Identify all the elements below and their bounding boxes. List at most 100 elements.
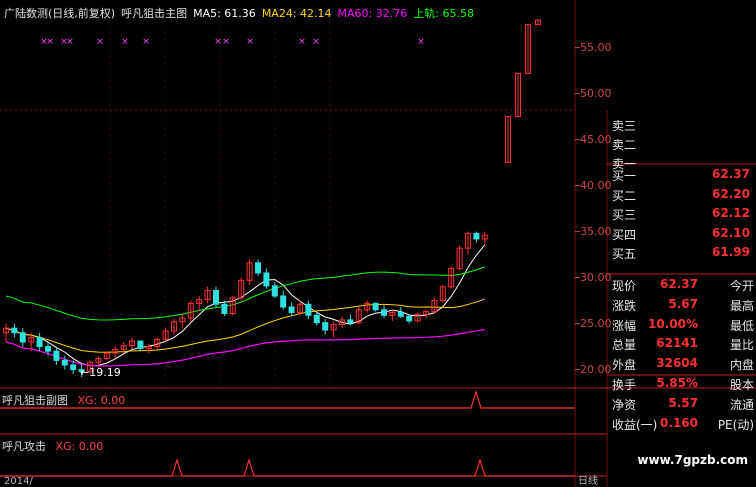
footer-period: 日线 [578, 476, 598, 487]
signal-x-mark: × [214, 37, 222, 47]
ma24-line [5, 298, 485, 353]
candle-body [372, 302, 379, 311]
price-axis-label: 25.00 [580, 316, 612, 330]
quote-row: 总量 62141 量比 [608, 336, 756, 354]
quote-label-2: 最低 [729, 318, 754, 333]
moving-average-lines [5, 244, 486, 367]
candlesticks [3, 19, 541, 377]
sub-chart-2-xg: XG: 0.00 [55, 440, 104, 453]
candle-body [305, 303, 312, 316]
ma60-value: MA60: 32.76 [337, 7, 408, 20]
candle-body [19, 332, 26, 343]
quote-value: 10.00% [648, 316, 698, 331]
candle-body [255, 262, 261, 274]
signal-markers: ×× ×× × × × × × × × × × [40, 37, 425, 47]
candle-body [11, 327, 18, 334]
quote-row: 收益(一) 0.160 PE(动) [608, 416, 756, 434]
signal-x-mark: × [312, 37, 320, 47]
candle-body [313, 314, 320, 324]
quote-value: 62.10 [712, 225, 750, 240]
quote-value: 62.37 [660, 277, 698, 291]
quote-label: 买三 [612, 208, 637, 222]
candle-body [36, 336, 43, 348]
quote-label-2: PE(动) [717, 417, 754, 432]
candle-body [406, 315, 413, 322]
quote-row: 买三 62.12 [608, 206, 756, 224]
quote-value: 62141 [656, 336, 698, 351]
candle-body [137, 340, 144, 349]
price-axis-label: 30.00 [580, 270, 612, 284]
quote-row: 换手 5.85% 股本 [608, 376, 756, 394]
signal-x-mark: × [298, 37, 306, 47]
candle-body [61, 359, 68, 366]
ma5-value: MA5: 61.36 [193, 7, 256, 20]
quote-value: 62.37 [712, 167, 750, 181]
candle-body [347, 319, 354, 324]
quote-label: 现价 [612, 279, 637, 293]
chart-header: 广陆数测(日线,前复权) 呼凡狙击主图 MA5: 61.36 MA24: 42.14 M… [4, 5, 480, 21]
quote-value: 32604 [656, 356, 698, 371]
candle-body [397, 312, 404, 317]
quote-row: 卖三 [608, 117, 756, 135]
candle-body [213, 289, 219, 305]
quote-label-2: 流通 [729, 397, 754, 412]
ma60-line [5, 328, 485, 367]
candle-body [45, 346, 51, 352]
watermark: www.7gpzb.com [637, 453, 748, 467]
low-price-label: ←19.19 [80, 366, 121, 379]
quote-label: 卖三 [612, 119, 637, 133]
quote-label-2: 今开 [729, 279, 754, 293]
candle-body [322, 322, 329, 331]
candle-body [473, 232, 480, 240]
stock-name: 广陆数测(日线,前复权) [4, 7, 116, 20]
signal-x-mark: × [222, 37, 230, 47]
signal-x-mark: × [46, 37, 54, 47]
stock-chart[interactable]: ×× ×× × × × × × × × × × [0, 0, 756, 487]
sub-chart-1-title: 呼凡狙击副图 XG: 0.00 [2, 394, 126, 407]
upper-band-value: 上轨: 65.58 [413, 7, 474, 20]
quote-row: 涨跌 5.67 最高 [608, 297, 756, 315]
price-axis-label: 20.00 [580, 362, 612, 376]
quote-value: 5.85% [656, 376, 698, 390]
signal-x-mark: × [121, 37, 129, 47]
quote-row: 买五 61.99 [608, 245, 756, 263]
quote-label: 涨幅 [612, 318, 637, 333]
quote-label: 买四 [612, 227, 637, 242]
quote-row: 外盘 32604 内盘 [608, 356, 756, 374]
price-axis-label: 35.00 [580, 224, 612, 238]
quote-label: 涨跌 [612, 298, 637, 313]
quote-row: 买四 62.10 [608, 226, 756, 244]
candle-body [53, 350, 60, 361]
ma24-value: MA24: 42.14 [261, 7, 332, 20]
quote-label-2: 股本 [729, 378, 754, 392]
quote-label: 卖二 [612, 138, 637, 152]
upper-band-line [5, 266, 485, 321]
quote-label: 总量 [612, 338, 637, 353]
quote-label: 换手 [612, 378, 637, 392]
quote-label: 外盘 [612, 358, 637, 373]
footer-date: 2014/ [4, 476, 33, 487]
signal-x-mark: × [417, 37, 425, 47]
candle-body [271, 285, 278, 297]
candle-body [70, 364, 77, 371]
sub-chart-2-title: 呼凡攻击 XG: 0.00 [2, 440, 104, 453]
candle-body [288, 306, 295, 314]
price-axis-label: 40.00 [580, 178, 612, 192]
chart-grid [0, 0, 756, 487]
signal-x-mark: × [246, 37, 254, 47]
candle-body [221, 303, 228, 314]
quote-row: 净资 5.57 流通 [608, 396, 756, 414]
sub2-signal-line [0, 457, 575, 477]
signal-x-mark: × [96, 37, 104, 47]
sub-chart-1-xg: XG: 0.00 [77, 394, 126, 407]
candle-body [263, 272, 270, 287]
candle-body [280, 295, 287, 308]
price-axis-label: 55.00 [580, 40, 612, 54]
quote-row: 卖二 [608, 136, 756, 154]
quote-label: 收益(一) [612, 417, 658, 432]
quote-value: 5.57 [668, 395, 698, 410]
quote-value: 0.160 [660, 415, 698, 430]
quote-value: 5.67 [668, 296, 698, 311]
candle-body [381, 309, 387, 316]
quote-label: 买一 [612, 169, 637, 183]
